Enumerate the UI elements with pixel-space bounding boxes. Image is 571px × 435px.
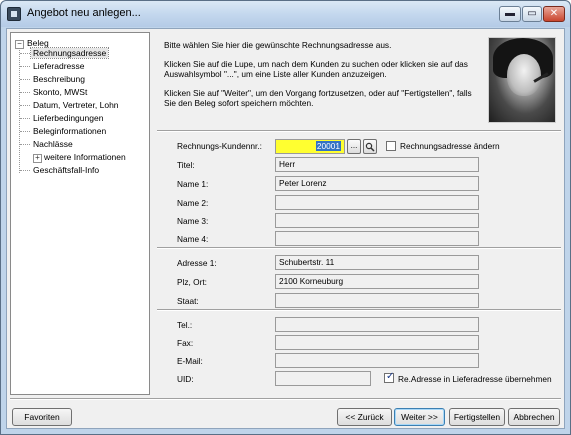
- window-title: Angebot neu anlegen...: [27, 7, 141, 19]
- navigation-tree[interactable]: − Beleg Rechnungsadresse Lieferadresse B…: [10, 32, 150, 395]
- tree-connector: [20, 131, 30, 132]
- email-label: E-Mail:: [177, 356, 203, 366]
- instruction-text: Bitte wählen Sie hier die gewünschte Rec…: [164, 40, 392, 50]
- search-button[interactable]: [363, 139, 377, 154]
- fax-field: [275, 335, 479, 350]
- tree-connector: [20, 118, 30, 119]
- name3-field: [275, 213, 479, 228]
- copy-to-delivery-label: Re.Adresse in Lieferadresse übernehmen: [398, 374, 552, 384]
- name4-label: Name 4:: [177, 234, 209, 244]
- tel-field: [275, 317, 479, 332]
- tree-item-beleg[interactable]: Beleg: [27, 38, 49, 48]
- tree-connector: [20, 53, 30, 54]
- kundennr-input[interactable]: 20001: [275, 139, 345, 154]
- dialog-client: − Beleg Rechnungsadresse Lieferadresse B…: [6, 28, 565, 429]
- support-agent-photo: [488, 37, 556, 123]
- adresse1-field: Schubertstr. 11: [275, 255, 479, 270]
- tree-item-beschreibung[interactable]: Beschreibung: [33, 74, 85, 84]
- plz-ort-label: Plz, Ort:: [177, 277, 207, 287]
- titel-field: Herr: [275, 157, 479, 172]
- tree-collapse-icon[interactable]: −: [15, 40, 24, 49]
- tree-item-nachlaesse[interactable]: Nachlässe: [33, 139, 73, 149]
- magnifier-icon: [365, 142, 375, 152]
- tree-connector: [20, 144, 30, 145]
- name1-field: Peter Lorenz: [275, 176, 479, 191]
- titel-label: Titel:: [177, 160, 195, 170]
- tree-connector: [20, 105, 30, 106]
- name3-label: Name 3:: [177, 216, 209, 226]
- name2-field: [275, 195, 479, 210]
- finish-button[interactable]: Fertigstellen: [449, 408, 505, 426]
- staat-label: Staat:: [177, 296, 199, 306]
- maximize-icon: ▭: [527, 8, 537, 19]
- form-panel: Bitte wählen Sie hier die gewünschte Rec…: [157, 32, 561, 395]
- tree-connector: [20, 92, 30, 93]
- tree-item-datum[interactable]: Datum, Vertreter, Lohn: [33, 100, 119, 110]
- section-divider: [157, 247, 561, 249]
- cancel-button[interactable]: Abbrechen: [508, 408, 560, 426]
- kundennr-label: Rechnungs-Kundennr.:: [177, 141, 262, 151]
- tree-connector: [19, 50, 20, 173]
- close-button[interactable]: ✕: [543, 6, 565, 22]
- email-field: [275, 353, 479, 368]
- tree-connector: [20, 66, 30, 67]
- tree-item-beleginformationen[interactable]: Beleginformationen: [33, 126, 106, 136]
- dialog-window: Angebot neu anlegen... ▬ ▭ ✕ − Beleg Rec…: [0, 0, 571, 435]
- tel-label: Tel.:: [177, 320, 193, 330]
- back-button[interactable]: << Zurück: [337, 408, 392, 426]
- change-address-checkbox[interactable]: [386, 141, 396, 151]
- close-icon: ✕: [549, 8, 559, 19]
- tree-item-weitere-informationen[interactable]: weitere Informationen: [44, 152, 126, 162]
- name4-field: [275, 231, 479, 246]
- change-address-label: Rechnungsadresse ändern: [400, 141, 500, 151]
- tree-item-lieferadresse[interactable]: Lieferadresse: [33, 61, 85, 71]
- tree-expand-icon[interactable]: +: [33, 154, 42, 163]
- staat-field: [275, 293, 479, 308]
- plz-ort-field: 2100 Korneuburg: [275, 274, 479, 289]
- uid-field: [275, 371, 371, 386]
- tree-connector: [20, 170, 30, 171]
- maximize-button[interactable]: ▭: [522, 6, 542, 22]
- minimize-icon: ▬: [505, 8, 515, 19]
- title-bar[interactable]: Angebot neu anlegen... ▬ ▭ ✕: [1, 1, 570, 27]
- app-icon: [7, 7, 21, 21]
- browse-button[interactable]: ...: [347, 139, 361, 154]
- adresse1-label: Adresse 1:: [177, 258, 217, 268]
- tree-item-lieferbedingungen[interactable]: Lieferbedingungen: [33, 113, 103, 123]
- tree-item-skonto[interactable]: Skonto, MWSt: [33, 87, 87, 97]
- favoriten-button[interactable]: Favoriten: [12, 408, 72, 426]
- name1-label: Name 1:: [177, 179, 209, 189]
- tree-item-geschaeftsfall-info[interactable]: Geschäftsfall-Info: [33, 165, 99, 175]
- next-button[interactable]: Weiter >>: [394, 408, 445, 426]
- fax-label: Fax:: [177, 338, 194, 348]
- section-divider: [157, 130, 561, 132]
- copy-to-delivery-checkbox[interactable]: [384, 371, 394, 383]
- tree-item-rechnungsadresse[interactable]: Rechnungsadresse: [29, 47, 110, 59]
- footer-divider: [10, 398, 561, 400]
- instruction-text: Klicken Sie auf die Lupe, um nach dem Ku…: [164, 58, 468, 80]
- minimize-button[interactable]: ▬: [499, 6, 521, 22]
- name2-label: Name 2:: [177, 198, 209, 208]
- tree-connector: [20, 79, 30, 80]
- uid-label: UID:: [177, 374, 194, 384]
- section-divider: [157, 309, 561, 311]
- instructions: Bitte wählen Sie hier die gewünschte Rec…: [164, 40, 484, 117]
- instruction-text: Klicken Sie auf "Weiter", um den Vorgang…: [164, 87, 472, 109]
